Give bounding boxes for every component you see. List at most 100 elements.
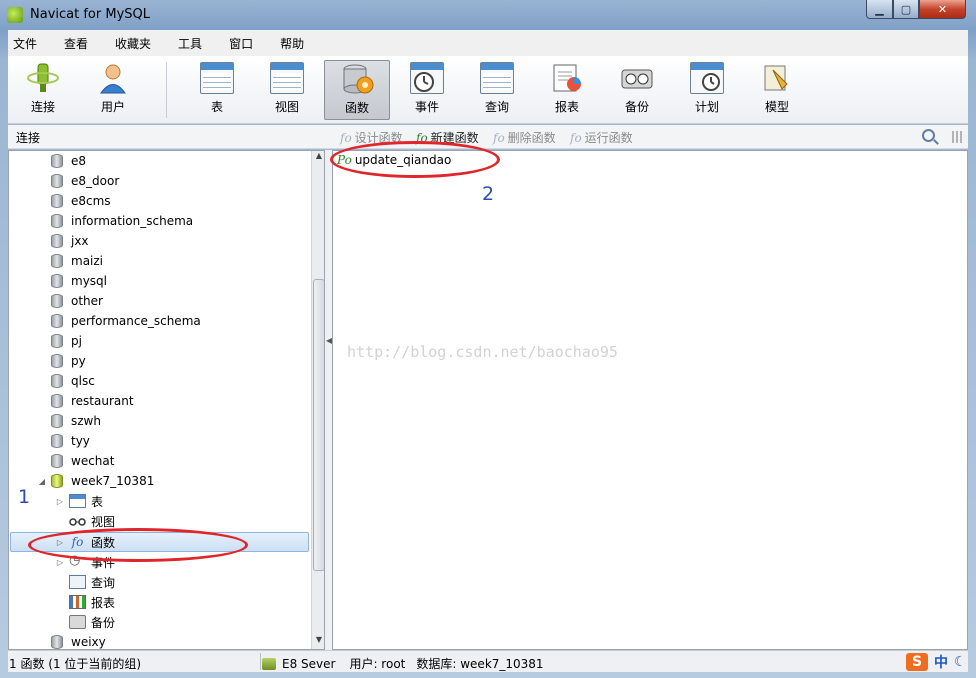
watermark-text: http://blog.csdn.net/baochao95 bbox=[347, 343, 618, 361]
ime-indicator[interactable]: S 中 ☾ bbox=[906, 651, 967, 673]
query-button[interactable]: 查询 bbox=[464, 60, 530, 120]
event-button[interactable]: 事件 bbox=[394, 60, 460, 120]
function-label: 函数 bbox=[344, 101, 369, 115]
status-divider bbox=[260, 653, 261, 670]
delete-function-label: 删除函数 bbox=[507, 131, 556, 145]
minimize-button[interactable]: ▁ bbox=[866, 0, 893, 19]
connection-tree: e8 e8_door e8cms information_schema jxx … bbox=[8, 150, 325, 650]
close-button[interactable]: ✕ bbox=[919, 0, 966, 19]
menu-window[interactable]: 窗口 bbox=[229, 35, 253, 52]
run-function-button[interactable]: fo 运行函数 bbox=[570, 129, 633, 146]
tree-db-performance_schema[interactable]: performance_schema bbox=[51, 311, 201, 331]
tree-db-qlsc[interactable]: qlsc bbox=[51, 371, 95, 391]
user-label: 用户 bbox=[100, 100, 125, 114]
db-name: weixy bbox=[71, 635, 106, 649]
view-button[interactable]: 视图 bbox=[254, 60, 320, 120]
collapsed-arrow-icon[interactable]: ▷ bbox=[55, 497, 65, 506]
menu-bar: 文件 查看 收藏夹 工具 窗口 帮助 bbox=[8, 30, 968, 56]
db-name: wechat bbox=[71, 454, 115, 468]
node-label: 表 bbox=[91, 494, 104, 509]
db-name: py bbox=[71, 354, 86, 368]
query-label: 查询 bbox=[484, 100, 509, 114]
tree-db-py[interactable]: py bbox=[51, 351, 86, 371]
tree-node-queries[interactable]: 查询 bbox=[69, 572, 115, 592]
tree-db-wechat[interactable]: wechat bbox=[51, 451, 114, 471]
tree-db-other[interactable]: other bbox=[51, 291, 103, 311]
user-button[interactable]: 用户 bbox=[80, 60, 146, 120]
pane-splitter[interactable]: ◀ bbox=[325, 150, 332, 650]
database-icon bbox=[51, 434, 63, 448]
tree-node-reports[interactable]: 报表 bbox=[69, 592, 115, 612]
menu-view[interactable]: 查看 bbox=[64, 35, 88, 52]
database-icon bbox=[51, 354, 63, 368]
search-icon[interactable] bbox=[922, 129, 935, 142]
tree-db-e8_door[interactable]: e8_door bbox=[51, 171, 119, 191]
maximize-button[interactable]: ▢ bbox=[893, 0, 919, 19]
delete-function-button[interactable]: fo 删除函数 bbox=[493, 129, 556, 146]
run-function-icon: fo bbox=[570, 130, 582, 145]
tree-node-tables[interactable]: ▷ 表 bbox=[55, 491, 103, 511]
table-button[interactable]: 表 bbox=[184, 60, 250, 120]
tree-db-e8cms[interactable]: e8cms bbox=[51, 191, 111, 211]
tree-db-maizi[interactable]: maizi bbox=[51, 251, 103, 271]
moon-icon[interactable]: ☾ bbox=[954, 654, 967, 670]
open-database-icon bbox=[51, 474, 63, 488]
scroll-thumb[interactable] bbox=[313, 279, 324, 571]
table-icon bbox=[200, 62, 234, 94]
database-icon bbox=[51, 454, 63, 468]
view-label: 视图 bbox=[274, 100, 299, 114]
tree-db-information_schema[interactable]: information_schema bbox=[51, 211, 193, 231]
menu-file[interactable]: 文件 bbox=[13, 35, 37, 52]
node-label: 报表 bbox=[91, 595, 116, 610]
expanded-arrow-icon[interactable]: ◢ bbox=[37, 477, 47, 486]
tree-db-jxx[interactable]: jxx bbox=[51, 231, 89, 251]
tree-db-tyy[interactable]: tyy bbox=[51, 431, 90, 451]
report-label: 报表 bbox=[554, 100, 579, 114]
connect-button[interactable]: 连接 bbox=[10, 60, 76, 120]
tree-node-backups[interactable]: 备份 bbox=[69, 612, 115, 632]
tree-db-szwh[interactable]: szwh bbox=[51, 411, 101, 431]
collapsed-arrow-icon[interactable]: ▷ bbox=[55, 558, 65, 567]
grip-icon[interactable] bbox=[952, 131, 964, 143]
tree-db-mysql[interactable]: mysql bbox=[51, 271, 107, 291]
tree-db-weixy[interactable]: weixy bbox=[51, 632, 106, 649]
db-name: e8 bbox=[71, 154, 87, 168]
event-clock-icon bbox=[410, 62, 444, 94]
tree-scrollbar[interactable]: ▲ ▼ bbox=[311, 151, 324, 649]
backup-button[interactable]: 备份 bbox=[604, 60, 670, 120]
model-icon bbox=[760, 62, 794, 94]
node-label: 查询 bbox=[91, 575, 116, 590]
tree-db-restaurant[interactable]: restaurant bbox=[51, 391, 134, 411]
schedule-button[interactable]: 计划 bbox=[674, 60, 740, 120]
menu-tools[interactable]: 工具 bbox=[178, 35, 202, 52]
event-label: 事件 bbox=[414, 100, 439, 114]
db-name: e8cms bbox=[71, 194, 111, 208]
tree-db-week7_10381[interactable]: ◢ week7_10381 bbox=[37, 471, 154, 491]
sogou-ime-icon[interactable]: S bbox=[906, 653, 928, 671]
node-label: 备份 bbox=[91, 615, 116, 630]
database-icon bbox=[51, 254, 63, 268]
design-function-icon: fo bbox=[340, 130, 352, 145]
database-icon bbox=[51, 154, 63, 168]
node-label: 视图 bbox=[91, 514, 116, 529]
scroll-down-arrow-icon[interactable]: ▼ bbox=[312, 635, 324, 649]
database-icon bbox=[51, 214, 63, 228]
model-button[interactable]: 模型 bbox=[744, 60, 810, 120]
delete-function-icon: fo bbox=[493, 130, 505, 145]
tree-db-pj[interactable]: pj bbox=[51, 331, 82, 351]
tree-db-e8[interactable]: e8 bbox=[51, 151, 86, 171]
db-name: restaurant bbox=[71, 394, 134, 408]
menu-favorites[interactable]: 收藏夹 bbox=[115, 35, 151, 52]
report-button[interactable]: 报表 bbox=[534, 60, 600, 120]
menu-help[interactable]: 帮助 bbox=[280, 35, 304, 52]
function-button[interactable]: 函数 bbox=[324, 60, 390, 120]
database-icon bbox=[51, 274, 63, 288]
view-icon bbox=[270, 62, 304, 94]
database-icon bbox=[51, 234, 63, 248]
scroll-up-arrow-icon[interactable]: ▲ bbox=[312, 151, 324, 165]
ime-chinese-mode[interactable]: 中 bbox=[934, 652, 948, 672]
toolbar-separator bbox=[166, 62, 167, 118]
window-title: Navicat for MySQL bbox=[30, 7, 150, 22]
title-bar: Navicat for MySQL ▁ ▢ ✕ bbox=[0, 0, 976, 30]
navicat-logo-icon bbox=[7, 7, 23, 23]
